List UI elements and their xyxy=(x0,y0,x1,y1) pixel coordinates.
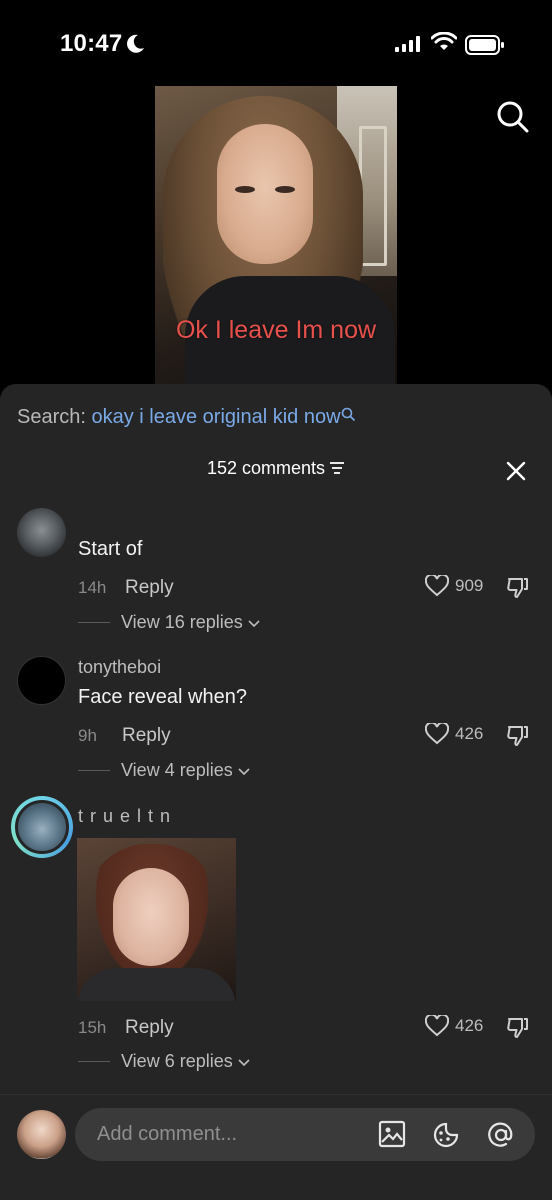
like-count: 909 xyxy=(455,576,484,595)
view-replies-label: View 16 replies xyxy=(121,612,243,632)
avatar[interactable] xyxy=(17,656,66,705)
avatar[interactable] xyxy=(17,508,66,557)
dislike-icon[interactable] xyxy=(506,1015,530,1039)
reply-button[interactable]: Reply xyxy=(125,577,174,599)
view-replies-button[interactable]: View 4 replies xyxy=(78,760,250,781)
avatar[interactable] xyxy=(11,796,73,858)
dislike-icon[interactable] xyxy=(506,723,530,747)
comment-image[interactable] xyxy=(77,838,236,1001)
view-replies-label: View 4 replies xyxy=(121,760,233,780)
search-query-link[interactable]: okay i leave original kid now xyxy=(91,406,340,428)
comment-text: Face reveal when? xyxy=(78,686,247,708)
like-count: 426 xyxy=(455,724,484,743)
video-person-face xyxy=(217,124,313,264)
comment-input-container[interactable] xyxy=(75,1108,535,1161)
video-lamp xyxy=(359,126,387,266)
wifi-icon xyxy=(431,32,457,50)
view-replies-label: View 6 replies xyxy=(121,1051,233,1071)
chevron-down-icon xyxy=(238,1058,250,1066)
video-preview[interactable]: Ok I leave Im now xyxy=(155,86,397,384)
close-icon[interactable] xyxy=(504,459,528,483)
comments-sheet: Search: okay i leave original kid now 15… xyxy=(0,384,552,1200)
comment-composer xyxy=(0,1094,552,1200)
comment-username[interactable]: t r u e l t n xyxy=(78,806,171,827)
search-icon[interactable] xyxy=(496,100,530,134)
like-count: 426 xyxy=(455,1016,484,1035)
image-icon[interactable] xyxy=(378,1120,406,1148)
like-button[interactable]: 426 xyxy=(425,723,483,745)
reply-button[interactable]: Reply xyxy=(122,725,171,747)
comment-age: 15h xyxy=(78,1018,107,1037)
comment-age: 9h xyxy=(78,726,97,745)
like-button[interactable]: 909 xyxy=(425,575,483,597)
comment-text: Start of xyxy=(78,538,143,560)
chevron-down-icon xyxy=(238,767,250,775)
comments-count-header[interactable]: 152 comments xyxy=(0,458,552,479)
view-replies-button[interactable]: View 16 replies xyxy=(78,612,260,633)
dislike-icon[interactable] xyxy=(506,575,530,599)
filter-icon[interactable] xyxy=(329,461,345,475)
emoji-icon[interactable] xyxy=(431,1120,461,1150)
heart-icon xyxy=(425,575,449,597)
video-caption: Ok I leave Im now xyxy=(175,316,377,344)
comment-age: 14h xyxy=(78,578,107,597)
comments-count: 152 comments xyxy=(206,458,326,478)
search-icon xyxy=(341,407,355,421)
moon-icon xyxy=(127,34,144,53)
chevron-down-icon xyxy=(248,619,260,627)
battery-icon xyxy=(465,35,504,55)
like-button[interactable]: 426 xyxy=(425,1015,483,1037)
heart-icon xyxy=(425,1015,449,1037)
related-search[interactable]: Search: okay i leave original kid now xyxy=(17,406,355,429)
reply-button[interactable]: Reply xyxy=(125,1017,174,1039)
my-avatar[interactable] xyxy=(17,1110,66,1159)
at-icon[interactable] xyxy=(486,1120,516,1150)
search-label: Search: xyxy=(17,406,92,428)
comment-input[interactable] xyxy=(97,1108,367,1161)
status-bar: 10:47 xyxy=(0,0,552,86)
view-replies-button[interactable]: View 6 replies xyxy=(78,1051,250,1072)
signal-icon xyxy=(395,36,420,52)
status-time: 10:47 xyxy=(60,30,123,57)
heart-icon xyxy=(425,723,449,745)
comment-username[interactable]: tonytheboi xyxy=(78,657,161,678)
